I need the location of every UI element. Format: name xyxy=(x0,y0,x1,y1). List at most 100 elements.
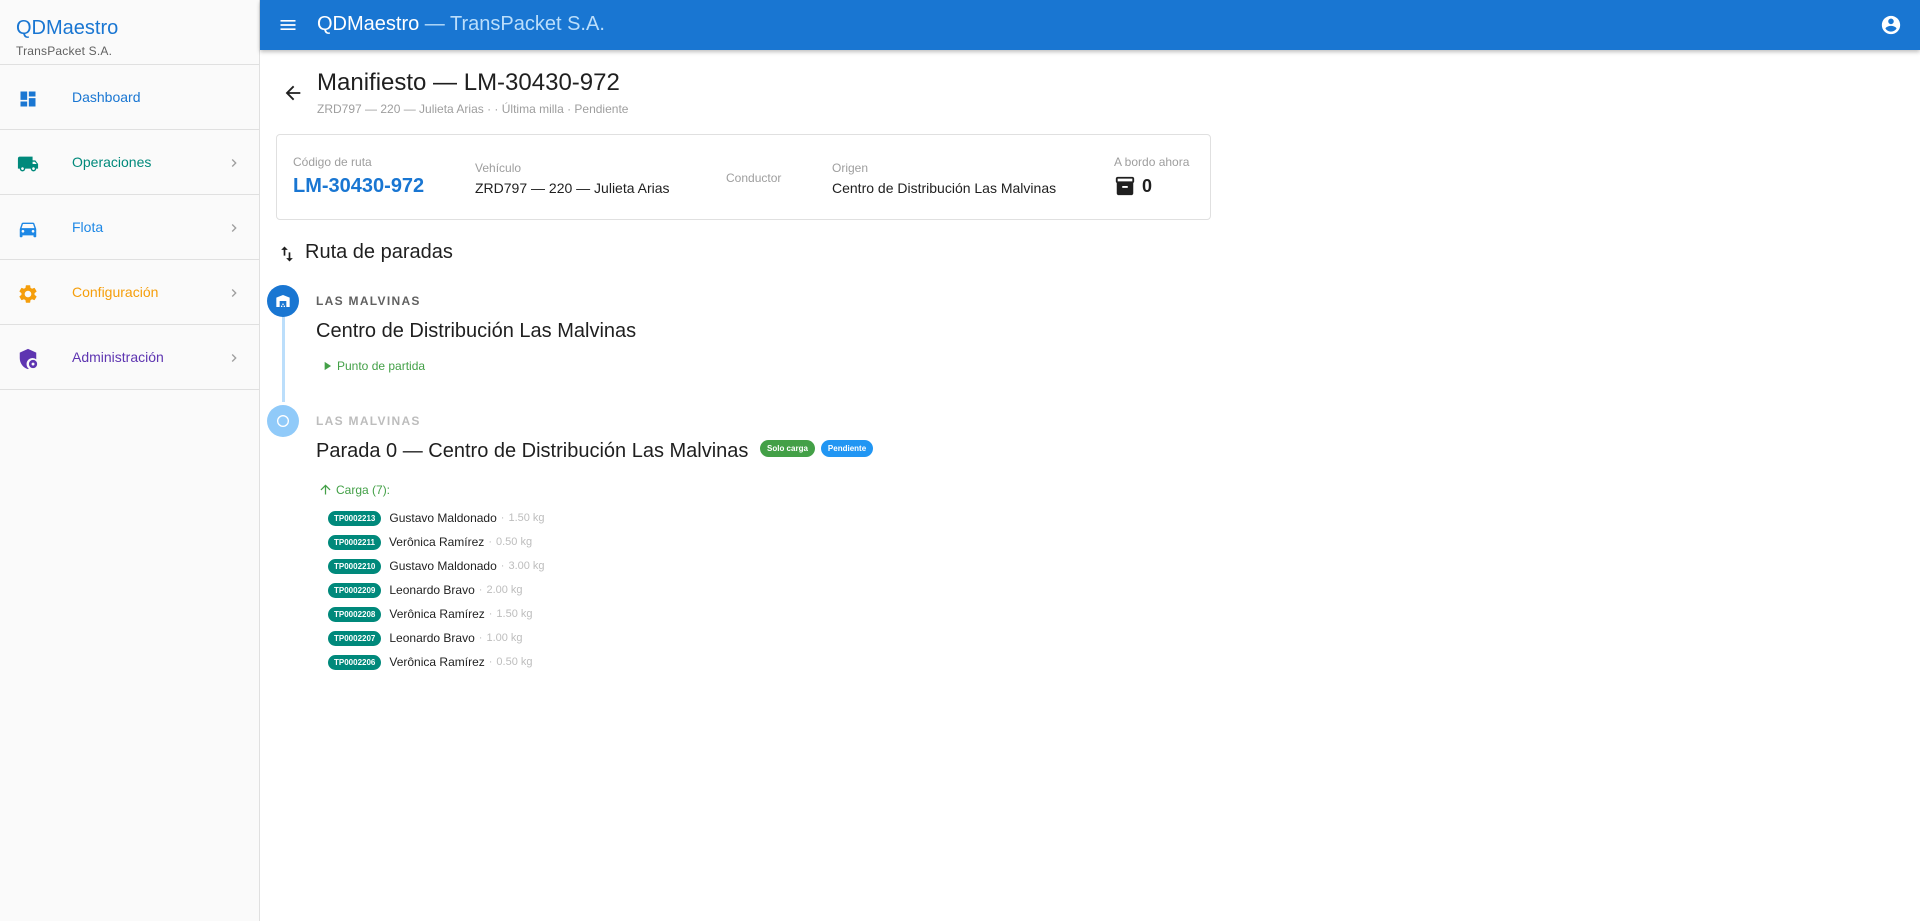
separator-dot: · xyxy=(478,584,483,596)
gear-icon xyxy=(17,283,39,305)
package-weight: 1.50 kg xyxy=(496,608,533,620)
sidebar-item-label: Dashboard xyxy=(72,89,141,105)
vehicle-value: ZRD797 — 220 — Julieta Arias xyxy=(475,180,670,196)
separator-dot: · xyxy=(500,512,505,524)
app-bar-company: TransPacket S.A. xyxy=(450,13,605,35)
manifest-summary-card: Código de ruta LM-30430-972 Vehículo ZRD… xyxy=(276,134,1211,220)
origin-value: Centro de Distribución Las Malvinas xyxy=(832,180,1057,196)
back-arrow-icon[interactable] xyxy=(282,82,304,104)
sidebar-item-label: Administración xyxy=(72,349,164,365)
dashboard-icon xyxy=(17,88,39,110)
recipient-name: Verônica Ramírez xyxy=(388,535,485,549)
app-bar-separator: — xyxy=(419,13,451,35)
start-point-text: Punto de partida xyxy=(337,359,426,373)
recipient-name: Leonardo Bravo xyxy=(389,631,475,645)
onboard-label: A bordo ahora xyxy=(1114,155,1190,169)
sidebar-item-label: Operaciones xyxy=(72,154,152,170)
carga-label: Carga (7): xyxy=(336,482,391,497)
onboard-count: 0 xyxy=(1142,175,1153,196)
sidebar-item-configuracion[interactable]: Configuración xyxy=(0,260,259,325)
brand-subtitle: TransPacket S.A. xyxy=(16,44,113,58)
app-bar-title: QDMaestro — TransPacket S.A. xyxy=(317,13,605,36)
stop-name: Parada 0 — Centro de Distribución Las Ma… xyxy=(316,440,749,462)
chevron-right-icon xyxy=(231,289,237,297)
list-item: TP0002207 Leonardo Bravo · 1.00 kg xyxy=(328,626,545,650)
sidebar-item-label: Flota xyxy=(72,219,104,235)
tracking-id-badge[interactable]: TP0002208 xyxy=(328,606,382,622)
brand: QDMaestro TransPacket S.A. xyxy=(0,0,259,65)
origin-label: Origen xyxy=(832,161,869,175)
list-item: TP0002213 Gustavo Maldonado · 1.50 kg xyxy=(328,506,545,530)
recipient-name: Verônica Ramírez xyxy=(389,607,485,621)
recipient-name: Gustavo Maldonado xyxy=(389,511,497,525)
vehicle-label: Vehículo xyxy=(475,161,522,175)
separator-dot: · xyxy=(478,632,483,644)
page-subtitle: ZRD797 — 220 — Julieta Arias · · Última … xyxy=(317,102,629,116)
app-bar-app-name: QDMaestro xyxy=(317,13,420,35)
archive-box-icon xyxy=(1115,176,1135,196)
onboard-indicator: 0 xyxy=(1114,175,1152,197)
admin-shield-icon xyxy=(17,348,39,370)
stop-region: LAS MALVINAS xyxy=(316,414,421,428)
status-badge-solo-carga: Solo carga xyxy=(760,440,815,458)
warehouse-stop-marker xyxy=(267,285,299,317)
driver-label: Conductor xyxy=(726,171,782,185)
stop-name-row: Parada 0 — Centro de Distribución Las Ma… xyxy=(316,440,874,463)
swap-vert-icon xyxy=(281,246,293,262)
stop-region: LAS MALVINAS xyxy=(316,294,421,308)
route-code-value: LM-30430-972 xyxy=(293,175,425,197)
recipient-name: Verônica Ramírez xyxy=(389,655,485,669)
tracking-id-badge[interactable]: TP0002209 xyxy=(328,582,382,598)
account-circle-icon[interactable] xyxy=(1880,14,1902,36)
start-point-label: Punto de partida xyxy=(320,359,425,373)
menu-icon[interactable] xyxy=(278,15,298,35)
sidebar-item-dashboard[interactable]: Dashboard xyxy=(0,65,259,130)
route-code-label: Código de ruta xyxy=(293,155,372,169)
tracking-id-badge[interactable]: TP0002206 xyxy=(328,654,382,670)
list-item: TP0002206 Verônica Ramírez · 0.50 kg xyxy=(328,650,545,674)
sidebar-item-operaciones[interactable]: Operaciones xyxy=(0,130,259,195)
package-weight: 1.50 kg xyxy=(508,512,545,524)
chevron-right-icon xyxy=(231,354,237,362)
package-list: TP0002213 Gustavo Maldonado · 1.50 kg TP… xyxy=(328,506,545,674)
package-weight: 1.00 kg xyxy=(486,632,523,644)
list-item: TP0002209 Leonardo Bravo · 2.00 kg xyxy=(328,578,545,602)
top-app-bar: QDMaestro — TransPacket S.A. xyxy=(260,0,1920,50)
page-title: Manifiesto — LM-30430-972 xyxy=(317,69,620,96)
route-section-title: Ruta de paradas xyxy=(305,241,453,263)
chevron-right-icon xyxy=(231,224,237,232)
stop-name: Centro de Distribución Las Malvinas xyxy=(316,320,637,342)
circle-outline-icon xyxy=(277,415,289,427)
arrow-up-icon xyxy=(320,484,331,495)
separator-dot: · xyxy=(488,608,493,620)
chevron-right-icon xyxy=(231,159,237,167)
package-weight: 0.50 kg xyxy=(495,536,533,548)
sidebar: QDMaestro TransPacket S.A. Dashboard Ope… xyxy=(0,0,260,921)
separator-dot: · xyxy=(500,560,505,572)
warehouse-icon xyxy=(276,295,290,307)
separator-dot: · xyxy=(488,656,493,668)
package-weight: 3.00 kg xyxy=(508,560,545,572)
recipient-name: Leonardo Bravo xyxy=(389,583,475,597)
pending-stop-marker xyxy=(267,405,299,437)
package-weight: 0.50 kg xyxy=(496,656,533,668)
sidebar-item-flota[interactable]: Flota xyxy=(0,195,259,260)
recipient-name: Gustavo Maldonado xyxy=(389,559,497,573)
tracking-id-badge[interactable]: TP0002213 xyxy=(328,510,382,526)
sidebar-item-administracion[interactable]: Administración xyxy=(0,325,259,390)
car-icon xyxy=(17,218,39,240)
tracking-id-badge[interactable]: TP0002210 xyxy=(328,558,382,574)
truck-icon xyxy=(17,153,39,175)
play-arrow-icon xyxy=(324,361,332,371)
list-item: TP0002208 Verônica Ramírez · 1.50 kg xyxy=(328,602,545,626)
sidebar-item-label: Configuración xyxy=(72,284,159,300)
timeline-connector xyxy=(282,316,285,402)
carga-header: Carga (7): xyxy=(318,482,390,497)
package-weight: 2.00 kg xyxy=(486,584,523,596)
tracking-id-badge[interactable]: TP0002207 xyxy=(328,630,382,646)
brand-title: QDMaestro xyxy=(16,17,119,39)
separator-dot: · xyxy=(488,536,492,548)
status-badge-pendiente: Pendiente xyxy=(820,440,874,458)
list-item: TP0002210 Gustavo Maldonado · 3.00 kg xyxy=(328,554,545,578)
tracking-id-badge[interactable]: TP0002211 xyxy=(328,534,381,550)
